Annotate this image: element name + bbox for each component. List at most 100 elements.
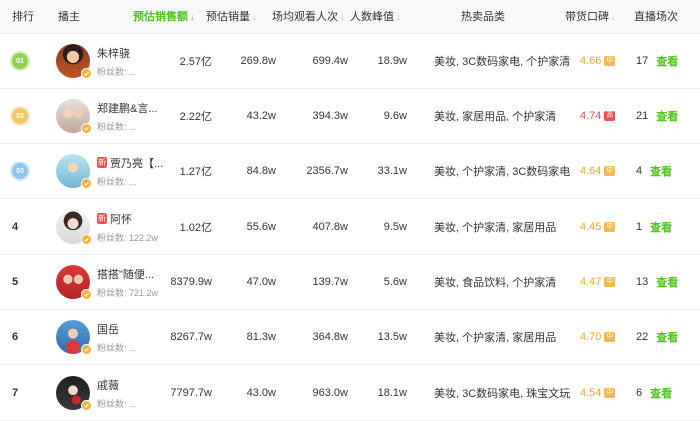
hot-categories: 美妆, 个护家清, 家居用品 <box>434 332 557 344</box>
anchor-cell[interactable]: 新贾乃亮【... 粉丝数: ... <box>56 144 163 198</box>
avatar[interactable] <box>56 320 92 355</box>
avatar[interactable] <box>56 265 92 300</box>
reputation-level-badge: 中 <box>604 222 616 232</box>
header-peak[interactable]: 人数峰值 ↓ <box>350 0 401 34</box>
header-sales-volume[interactable]: 预估销量 ↓ <box>206 0 257 34</box>
peak-viewers: 9.6w <box>383 110 407 122</box>
reputation-score: 4.47 中 <box>580 276 616 288</box>
peak-viewers: 18.1w <box>377 387 407 399</box>
reputation-cell: 4.64 中 <box>580 144 620 198</box>
rank-cell: 7 <box>12 366 32 420</box>
avg-viewers: 407.8w <box>312 221 348 233</box>
header-viewers[interactable]: 场均观看人次 ↓ <box>272 0 345 34</box>
avatar[interactable] <box>56 210 92 245</box>
new-badge: 新 <box>97 157 107 168</box>
verified-icon <box>81 344 92 355</box>
sales-amount: 1.27亿 <box>179 166 212 178</box>
sales-volume: 43.2w <box>246 110 276 122</box>
sessions-cell: 1 查看 <box>636 200 686 254</box>
anchor-cell[interactable]: 搭搭"随便... 粉丝数: 721.2w <box>56 255 163 309</box>
view-button[interactable]: 查看 <box>650 219 672 235</box>
peak-viewers: 9.5w <box>383 221 407 233</box>
view-button[interactable]: 查看 <box>656 274 678 290</box>
reputation-cell: 4.70 中 <box>580 310 620 364</box>
anchor-cell[interactable]: 国岳 粉丝数: ... <box>56 310 163 364</box>
sales-volume: 81.3w <box>246 331 276 343</box>
anchor-cell[interactable]: 朱梓骁 粉丝数: ... <box>56 34 163 88</box>
table-row[interactable]: 7 戚薇 粉丝数: ... 7797.7w 43.0w 963.0w 18.1w… <box>0 366 700 421</box>
sort-down-icon: ↓ <box>611 12 616 22</box>
sales-amount: 1.02亿 <box>179 222 212 234</box>
reputation-score: 4.54 中 <box>580 387 616 399</box>
anchor-cell[interactable]: 戚薇 粉丝数: ... <box>56 366 163 420</box>
anchor-ranking-table: 排行 播主 预估销售额 ↓ 预估销量 ↓ 场均观看人次 ↓ 人数峰值 ↓ 热卖品类 带货… <box>0 0 700 421</box>
table-row[interactable]: 5 搭搭"随便... 粉丝数: 721.2w 8379.9w 47.0w 139… <box>0 255 700 310</box>
table-row[interactable]: 4 新阿怀 粉丝数: 122.2w 1.02亿 55.6w 407.8w 9.5… <box>0 200 700 255</box>
hot-categories: 美妆, 3C数码家电, 个护家清 <box>434 56 571 68</box>
view-button[interactable]: 查看 <box>650 385 672 401</box>
reputation-score: 4.45 中 <box>580 221 616 233</box>
sessions-cell: 22 查看 <box>636 310 686 364</box>
rank-medal-icon: 01 <box>12 53 28 69</box>
reputation-level-badge: 中 <box>604 277 616 287</box>
rank-medal-icon: 03 <box>12 163 28 179</box>
sort-down-icon: ↓ <box>396 12 401 22</box>
sessions-cell: 4 查看 <box>636 144 686 198</box>
sort-down-icon: ↓ <box>340 12 345 22</box>
peak-viewers: 13.5w <box>377 331 407 343</box>
header-sessions: 直播场次 <box>634 11 678 23</box>
sessions-cell: 17 查看 <box>636 34 686 88</box>
view-button[interactable]: 查看 <box>656 53 678 69</box>
peak-viewers: 33.1w <box>377 165 407 177</box>
avg-viewers: 394.3w <box>312 110 348 122</box>
verified-icon <box>81 123 92 134</box>
rank-number: 7 <box>12 387 19 399</box>
avatar[interactable] <box>56 99 92 134</box>
view-button[interactable]: 查看 <box>656 329 678 345</box>
reputation-cell: 4.47 中 <box>580 255 620 309</box>
view-button[interactable]: 查看 <box>650 163 672 179</box>
table-row[interactable]: 01 朱梓骁 粉丝数: ... 2.57亿 269.8w 699.4w 18.9… <box>0 34 700 89</box>
header-sales-amount[interactable]: 预估销售额 ↓ <box>133 0 195 34</box>
reputation-score: 4.70 中 <box>580 331 616 343</box>
verified-icon <box>81 178 92 189</box>
sales-amount: 2.22亿 <box>179 111 212 123</box>
rank-cell: 5 <box>12 255 32 309</box>
rank-cell: 6 <box>12 310 32 364</box>
table-row[interactable]: 02 郑建鹏&言... 粉丝数: ... 2.22亿 43.2w 394.3w … <box>0 89 700 144</box>
avatar[interactable] <box>56 154 92 189</box>
session-count: 6 <box>636 387 643 399</box>
view-button[interactable]: 查看 <box>656 108 678 124</box>
verified-icon <box>81 289 92 300</box>
sessions-cell: 6 查看 <box>636 366 686 420</box>
sales-amount: 7797.7w <box>170 387 212 399</box>
rank-cell: 02 <box>12 89 32 143</box>
sales-amount: 2.57亿 <box>179 56 212 68</box>
sales-volume: 47.0w <box>246 276 276 288</box>
reputation-score: 4.64 中 <box>580 165 616 177</box>
session-count: 21 <box>636 110 649 122</box>
hot-categories: 美妆, 个护家清, 3C数码家电 <box>434 166 571 178</box>
reputation-cell: 4.45 中 <box>580 200 620 254</box>
table-row[interactable]: 6 国岳 粉丝数: ... 8267.7w 81.3w 364.8w 13.5w… <box>0 310 700 365</box>
avg-viewers: 139.7w <box>312 276 348 288</box>
header-reputation[interactable]: 带货口碑 ↓ <box>565 0 616 34</box>
anchor-cell[interactable]: 郑建鹏&言... 粉丝数: ... <box>56 89 163 143</box>
table-row[interactable]: 03 新贾乃亮【... 粉丝数: ... 1.27亿 84.8w 2356.7w… <box>0 144 700 199</box>
sessions-cell: 21 查看 <box>636 89 686 143</box>
avg-viewers: 364.8w <box>312 331 348 343</box>
reputation-cell: 4.74 高 <box>580 89 620 143</box>
header-rank: 排行 <box>12 11 34 23</box>
sessions-cell: 13 查看 <box>636 255 686 309</box>
anchor-cell[interactable]: 新阿怀 粉丝数: 122.2w <box>56 200 163 254</box>
avatar[interactable] <box>56 376 92 411</box>
verified-icon <box>81 68 92 79</box>
reputation-score: 4.74 高 <box>580 110 616 122</box>
rank-cell: 03 <box>12 144 32 198</box>
reputation-cell: 4.66 中 <box>580 34 620 88</box>
sort-down-icon: ↓ <box>252 12 257 22</box>
avatar[interactable] <box>56 44 92 79</box>
reputation-level-badge: 中 <box>604 388 616 398</box>
session-count: 22 <box>636 331 649 343</box>
verified-icon <box>81 234 92 245</box>
